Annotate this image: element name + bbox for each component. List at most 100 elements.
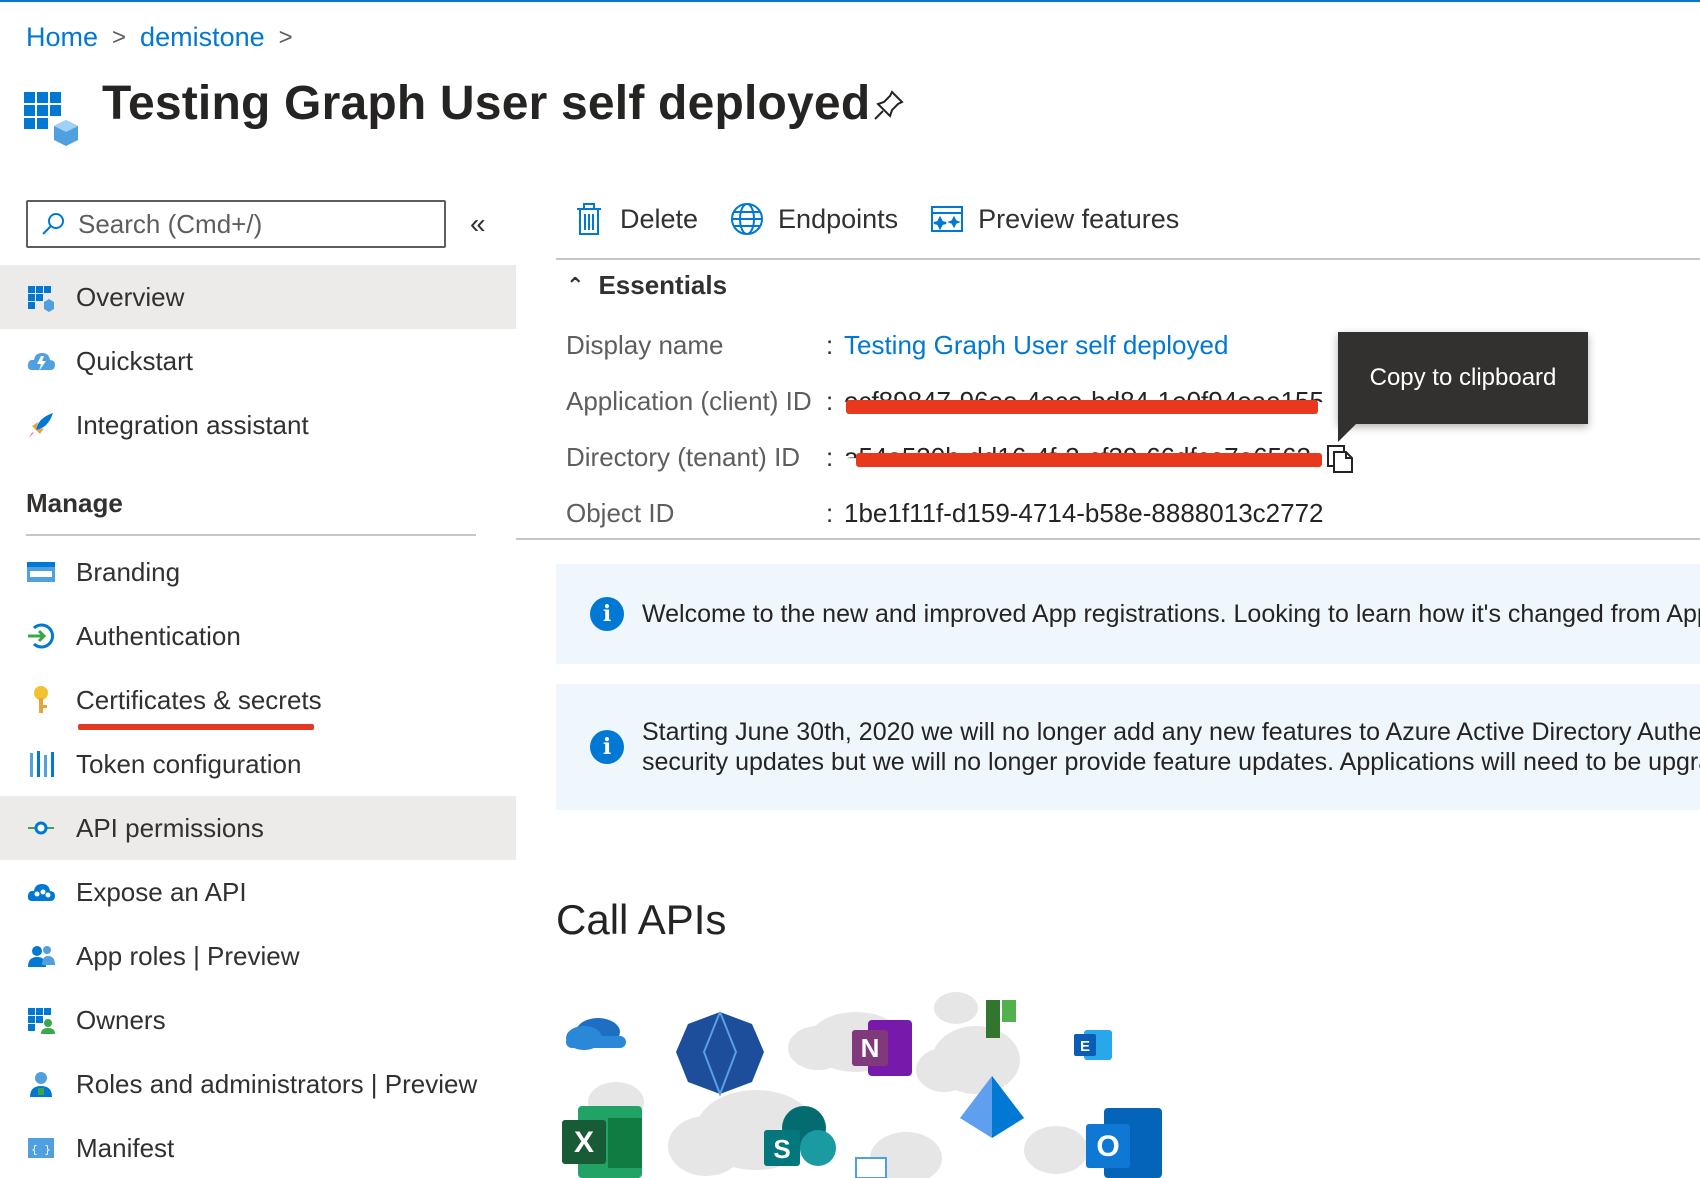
tenant-id-label: Directory (tenant) ID [566,442,801,472]
cloud-api-icon [26,877,56,907]
breadcrumb: Home > demistone > [26,22,307,53]
sidebar-item-expose-api[interactable]: Expose an API [0,860,516,924]
sidebar-item-label: Branding [76,556,181,587]
delete-button[interactable]: Delete [572,202,698,236]
endpoints-button[interactable]: Endpoints [730,202,898,236]
azure-devops-icon [676,1011,764,1097]
sidebar-item-label: Token configuration [76,748,302,779]
banner-text-line: security updates but we will no longer p… [642,748,1700,776]
colon-separator: : [826,442,834,472]
sidebar-item-label: Manifest [76,1132,175,1163]
sign-in-arrow-icon [26,621,56,651]
copy-tooltip: Copy to clipboard [1338,332,1588,424]
sidebar-item-label: Quickstart [76,345,194,376]
sidebar-item-branding[interactable]: Branding [0,540,516,604]
red-underline-annotation [78,724,314,730]
breadcrumb-demistone[interactable]: demistone [140,22,265,53]
colon-separator: : [826,498,834,528]
sidebar-item-app-roles[interactable]: App roles | Preview [0,924,516,988]
display-name-link[interactable]: Testing Graph User self deployed [844,330,1228,361]
search-input[interactable] [78,208,438,240]
search-box[interactable] [26,200,446,248]
sidebar-item-label: Roles and administrators | Preview [76,1068,478,1099]
www-browser-icon [26,557,56,587]
toolbar-divider [556,258,1700,260]
microsoft-apps-illustration: N E X S O [562,992,1162,1178]
display-name-label: Display name [566,330,724,360]
svg-text:E: E [1080,1038,1090,1055]
copy-icon[interactable] [1326,444,1354,474]
collapse-sidebar-icon[interactable]: « [470,208,486,240]
sidebar-item-roles-administrators[interactable]: Roles and administrators | Preview [0,1052,516,1116]
preview-features-label: Preview features [978,203,1180,234]
sidebar-item-overview[interactable]: Overview [0,265,516,329]
globe-icon [731,203,764,235]
sidebar-item-label: Authentication [76,620,241,651]
delete-label: Delete [620,203,699,234]
sidebar-item-api-permissions[interactable]: API permissions [0,796,516,860]
api-arrow-icon [26,813,56,843]
svg-text:N: N [861,1033,880,1063]
bars-icon [26,749,56,779]
grid-app-icon [26,282,56,312]
sidebar-item-label: App roles | Preview [76,940,300,971]
sidebar-item-label: Owners [76,1004,166,1035]
sidebar-item-owners[interactable]: Owners [0,988,516,1052]
client-id-label: Application (client) ID [566,386,812,416]
excel-icon: X [562,1106,642,1178]
preview-features-button[interactable]: Preview features [930,202,1179,236]
sidebar-item-label: Expose an API [76,876,247,907]
svg-text:O: O [1096,1130,1119,1163]
manifest-code-icon: { } [26,1133,56,1163]
banner-text: Welcome to the new and improved App regi… [642,600,1700,628]
directory-small-icon [855,1157,887,1178]
colon-separator: : [826,386,834,416]
object-id-label: Object ID [566,498,675,528]
sidebar-item-label: Certificates & secrets [76,684,322,715]
info-icon: i [590,597,624,631]
redaction-mark [856,453,1322,467]
page-title: Testing Graph User self deployed [102,77,871,130]
manage-section-header: Manage [26,488,123,518]
sidebar-item-integration-assistant[interactable]: Integration assistant [0,393,516,457]
sidebar-item-label: API permissions [76,812,264,843]
sidebar-item-authentication[interactable]: Authentication [0,604,516,668]
info-banner-deprecation[interactable]: i Starting June 30th, 2020 we will no lo… [556,684,1700,810]
tooltip-pointer [1338,420,1360,442]
outlook-icon: O [1086,1108,1162,1178]
svg-text:S: S [773,1134,790,1164]
command-toolbar: Delete Endpoints Preview features [572,202,1211,236]
users-icon [26,941,56,971]
sidebar-item-manifest[interactable]: { } Manifest [0,1116,516,1178]
essentials-header: Essentials [598,270,728,300]
search-icon [42,213,64,235]
essentials-toggle[interactable]: ⌃ Essentials [566,270,727,301]
sidebar-item-token-configuration[interactable]: Token configuration [0,732,516,796]
exchange-icon: E [1074,1030,1112,1060]
call-apis-heading: Call APIs [556,896,727,943]
info-icon: i [590,730,624,764]
essentials-divider [516,538,1700,540]
breadcrumb-home[interactable]: Home [26,22,98,53]
banner-text-block: Starting June 30th, 2020 we will no long… [642,717,1700,777]
sidebar-item-certificates-secrets[interactable]: Certificates & secrets [0,668,516,732]
sidebar-item-quickstart[interactable]: Quickstart [0,329,516,393]
sidebar-item-label: Overview [76,281,185,312]
owners-grid-icon [26,1005,56,1035]
rocket-icon [26,410,56,440]
top-accent-line [0,0,1700,2]
colon-separator: : [826,330,834,360]
pin-icon[interactable] [872,88,906,122]
app-registration-icon [24,92,78,146]
svg-text:X: X [574,1126,594,1159]
section-divider [26,534,476,536]
chevron-right-icon: > [278,23,293,51]
sidebar-item-label: Integration assistant [76,409,309,440]
chevron-right-icon: > [112,23,127,51]
preview-features-icon [931,206,964,232]
chevron-up-icon: ⌃ [566,272,585,298]
onedrive-icon [566,1018,626,1050]
info-banner-welcome[interactable]: i Welcome to the new and improved App re… [556,564,1700,664]
svg-text:{ }: { } [31,1143,51,1156]
cloud-lightning-icon [26,346,56,376]
